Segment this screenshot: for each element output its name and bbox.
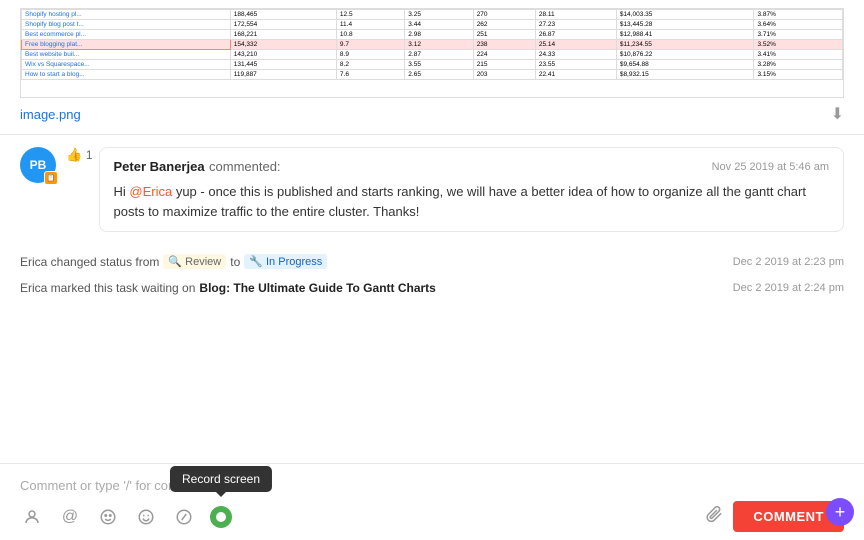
emoji-smile-icon[interactable]	[96, 505, 120, 529]
status-change-2: Erica marked this task waiting on Blog: …	[20, 275, 844, 301]
comment-text: Hi @Erica yup - once this is published a…	[114, 182, 830, 221]
comment-item: PB 📋 👍 1 Peter Banerjea commented: Nov 2…	[20, 147, 844, 232]
avatar: PB 📋	[20, 147, 56, 183]
plus-button[interactable]: +	[826, 498, 854, 526]
activity-section: Erica changed status from 🔍 Review to 🔧 …	[0, 244, 864, 305]
at-icon[interactable]: @	[58, 505, 82, 529]
activity-timestamp-1: Dec 2 2019 at 2:23 pm	[733, 256, 844, 268]
comment-toolbar: @	[20, 501, 844, 532]
attach-icon[interactable]	[705, 505, 723, 528]
screen-record-container: Record screen	[210, 506, 232, 528]
slash-icon[interactable]	[172, 505, 196, 529]
comment-timestamp: Nov 25 2019 at 5:46 am	[712, 161, 829, 173]
mention[interactable]: @Erica	[129, 184, 172, 199]
activity-timestamp-2: Dec 2 2019 at 2:24 pm	[733, 282, 844, 294]
screen-record-button[interactable]	[210, 506, 232, 528]
record-screen-tooltip: Record screen	[170, 466, 272, 492]
screen-record-inner	[216, 512, 226, 522]
comment-bubble: Peter Banerjea commented: Nov 25 2019 at…	[99, 147, 845, 232]
commenter-name: Peter Banerjea	[114, 159, 205, 174]
comment-placeholder[interactable]: Comment or type '/' for commands	[20, 474, 844, 501]
like-button[interactable]: 👍 1	[66, 147, 93, 163]
status-change-1: Erica changed status from 🔍 Review to 🔧 …	[20, 248, 844, 275]
comment-header: Peter Banerjea commented: Nov 25 2019 at…	[114, 158, 830, 176]
download-icon[interactable]: ⬇	[831, 104, 844, 124]
main-container: Shopify hosting pl...188,46512.53.252702…	[0, 0, 864, 540]
toolbar-icons: @	[20, 505, 232, 529]
image-filename[interactable]: image.png	[20, 107, 81, 122]
comment-action-text: commented:	[209, 159, 281, 174]
image-filename-row: image.png ⬇	[20, 104, 844, 124]
status-review-badge: 🔍 Review	[163, 254, 226, 269]
status-inprogress-badge: 🔧 In Progress	[244, 254, 327, 269]
waiting-on-link[interactable]: Blog: The Ultimate Guide To Gantt Charts	[199, 281, 435, 295]
spreadsheet-preview: Shopify hosting pl...188,46512.53.252702…	[20, 8, 844, 98]
emoji-icon[interactable]	[134, 505, 158, 529]
avatar-badge: 📋	[44, 171, 58, 185]
toolbar-right: COMMENT	[705, 501, 844, 532]
comment-section: PB 📋 👍 1 Peter Banerjea commented: Nov 2…	[0, 135, 864, 244]
status-change-text-1: Erica changed status from 🔍 Review to 🔧 …	[20, 254, 327, 269]
comment-input-section: Comment or type '/' for commands @	[0, 463, 864, 540]
status-change-text-2: Erica marked this task waiting on Blog: …	[20, 281, 436, 295]
person-icon[interactable]	[20, 505, 44, 529]
image-section: Shopify hosting pl...188,46512.53.252702…	[0, 0, 864, 135]
